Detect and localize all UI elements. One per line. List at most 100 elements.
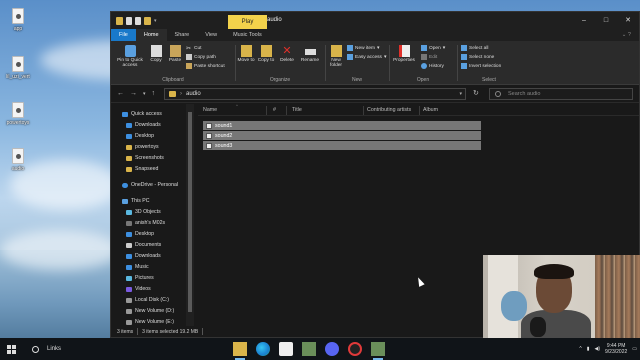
desktop-icon-powertoys[interactable]: powertoys xyxy=(2,102,34,126)
new-folder-button[interactable]: New folder xyxy=(327,45,345,68)
chevron-down-icon[interactable]: ▾ xyxy=(459,91,462,97)
document-icon xyxy=(12,8,24,24)
navigation-bar: ← → ▾ ↑ › audio ▾ ↻ Search audio xyxy=(111,85,639,103)
nav-onedrive[interactable]: OneDrive - Personal xyxy=(111,180,194,191)
nav-item-3d-objects[interactable]: 3D Objects xyxy=(111,207,194,218)
title-bar[interactable]: ▾ Play audio – □ ✕ xyxy=(111,12,639,29)
close-button[interactable]: ✕ xyxy=(617,12,639,29)
paste-button[interactable]: Paste xyxy=(166,45,184,63)
minimize-button[interactable]: – xyxy=(573,12,595,29)
up-arrow-icon[interactable]: ↑ xyxy=(152,90,156,97)
tab-home[interactable]: Home xyxy=(135,29,167,41)
column-header-number[interactable]: # xyxy=(273,107,276,113)
chevron-up-icon[interactable]: ^ xyxy=(579,346,581,352)
file-row[interactable]: sound2 xyxy=(203,131,481,140)
nav-item-music[interactable]: Music xyxy=(111,262,194,273)
audio-file-icon xyxy=(206,122,212,129)
nav-quick-access[interactable]: Quick access xyxy=(111,109,194,120)
invert-selection-button[interactable]: Invert selection xyxy=(461,63,501,69)
nav-item-snapseed[interactable]: Snapseed xyxy=(111,164,194,175)
copy-button[interactable]: Copy xyxy=(148,45,164,63)
column-separator[interactable] xyxy=(419,106,420,115)
nav-item-phone[interactable]: anish's M02s xyxy=(111,218,194,229)
nav-label: New Volume (E:) xyxy=(135,319,174,325)
nav-item-desktop[interactable]: Desktop xyxy=(111,131,194,142)
column-separator[interactable] xyxy=(266,106,267,115)
discord-icon[interactable] xyxy=(325,342,339,356)
open-button[interactable]: Open ▾ xyxy=(421,45,445,51)
refresh-icon[interactable]: ↻ xyxy=(473,89,479,97)
help-icon[interactable]: ⌄ ? xyxy=(614,29,639,41)
nav-item-local-disk-c[interactable]: Local Disk (C:) xyxy=(111,295,194,306)
context-tab-play[interactable]: Play xyxy=(228,15,267,29)
forward-arrow-icon[interactable]: → xyxy=(130,90,137,97)
paste-shortcut-button[interactable]: Paste shortcut xyxy=(186,63,225,69)
column-header-contributing-artists[interactable]: Contributing artists xyxy=(367,107,411,113)
microsoft-store-icon[interactable] xyxy=(279,342,293,356)
folder-icon[interactable] xyxy=(144,16,151,25)
nav-item-pictures[interactable]: Pictures xyxy=(111,273,194,284)
scrollbar-thumb[interactable] xyxy=(188,112,192,312)
new-item-button[interactable]: New item ▾ xyxy=(347,45,379,51)
taskbar-clock[interactable]: 9:44 PM 9/23/2022 xyxy=(605,343,627,355)
tab-music-tools[interactable]: Music Tools xyxy=(225,29,270,41)
file-explorer-taskbar-icon[interactable] xyxy=(233,342,247,360)
properties-button[interactable]: Properties xyxy=(391,45,417,63)
photo-app-icon[interactable] xyxy=(371,342,385,360)
desktop-icon-app[interactable]: app xyxy=(2,8,34,32)
copy-to-button[interactable]: Copy to xyxy=(257,45,275,63)
move-to-button[interactable]: Move to xyxy=(237,45,255,63)
edit-button[interactable]: Edit xyxy=(421,54,437,60)
network-icon[interactable]: ▮ xyxy=(587,346,590,352)
chevron-down-icon[interactable]: ▾ xyxy=(154,18,157,24)
nav-item-videos[interactable]: Videos xyxy=(111,284,194,295)
desktop-icon-lil-uzi-vert[interactable]: lil_uzi_vert xyxy=(2,56,34,80)
nav-item-pc-desktop[interactable]: Desktop xyxy=(111,229,194,240)
volume-icon[interactable]: ◀) xyxy=(595,346,601,352)
windows-logo-icon xyxy=(7,345,11,349)
nav-item-new-volume-d[interactable]: New Volume (D:) xyxy=(111,306,194,317)
breadcrumb-audio[interactable]: audio xyxy=(186,91,201,97)
nav-item-screenshots[interactable]: Screenshots xyxy=(111,153,194,164)
column-header-name[interactable]: Name xyxy=(203,107,217,113)
recent-locations-icon[interactable]: ▾ xyxy=(143,91,146,97)
recorder-icon[interactable] xyxy=(348,342,362,356)
column-separator[interactable] xyxy=(286,106,287,115)
nav-item-powertoys[interactable]: powertoys xyxy=(111,142,194,153)
history-button[interactable]: History xyxy=(421,63,444,69)
file-row[interactable]: sound1 xyxy=(203,121,481,130)
nav-item-pc-downloads[interactable]: Downloads xyxy=(111,251,194,262)
maximize-button[interactable]: □ xyxy=(595,12,617,29)
nav-pane-scrollbar[interactable] xyxy=(186,104,194,328)
back-arrow-icon[interactable]: ← xyxy=(117,90,124,97)
webcam-person-hair xyxy=(534,264,574,279)
search-input[interactable]: Search audio xyxy=(489,88,633,100)
select-none-button[interactable]: Select none xyxy=(461,54,494,60)
notifications-icon[interactable]: ▭ xyxy=(632,346,637,352)
tab-file[interactable]: File xyxy=(111,29,136,41)
start-button[interactable] xyxy=(0,338,22,360)
properties-icon[interactable] xyxy=(126,16,132,25)
select-all-button[interactable]: Select all xyxy=(461,45,488,51)
nav-item-documents[interactable]: Documents xyxy=(111,240,194,251)
desktop-icon-audio[interactable]: audio xyxy=(2,148,34,172)
tab-view[interactable]: View xyxy=(197,29,225,41)
rename-button[interactable]: Rename xyxy=(299,45,321,63)
new-folder-icon[interactable] xyxy=(135,16,141,25)
column-separator[interactable] xyxy=(363,106,364,115)
tab-share[interactable]: Share xyxy=(167,29,198,41)
cut-button[interactable]: ✂ Cut xyxy=(186,45,201,53)
nav-this-pc[interactable]: This PC xyxy=(111,196,194,207)
column-header-album[interactable]: Album xyxy=(423,107,438,113)
nav-item-downloads[interactable]: Downloads ⊥ xyxy=(111,120,194,131)
taskbar-search[interactable]: Links xyxy=(22,345,61,353)
column-header-title[interactable]: Title xyxy=(292,107,302,113)
delete-button[interactable]: ✕ Delete xyxy=(277,45,297,63)
copy-path-button[interactable]: Copy path xyxy=(186,54,216,60)
image-app-icon[interactable] xyxy=(302,342,316,356)
edge-browser-icon[interactable] xyxy=(256,342,270,356)
pin-to-quick-access-button[interactable]: Pin to Quick access xyxy=(113,45,147,68)
easy-access-button[interactable]: Easy access ▾ xyxy=(347,54,386,60)
address-bar[interactable]: › audio ▾ xyxy=(164,88,466,100)
file-row[interactable]: sound3 xyxy=(203,141,481,150)
